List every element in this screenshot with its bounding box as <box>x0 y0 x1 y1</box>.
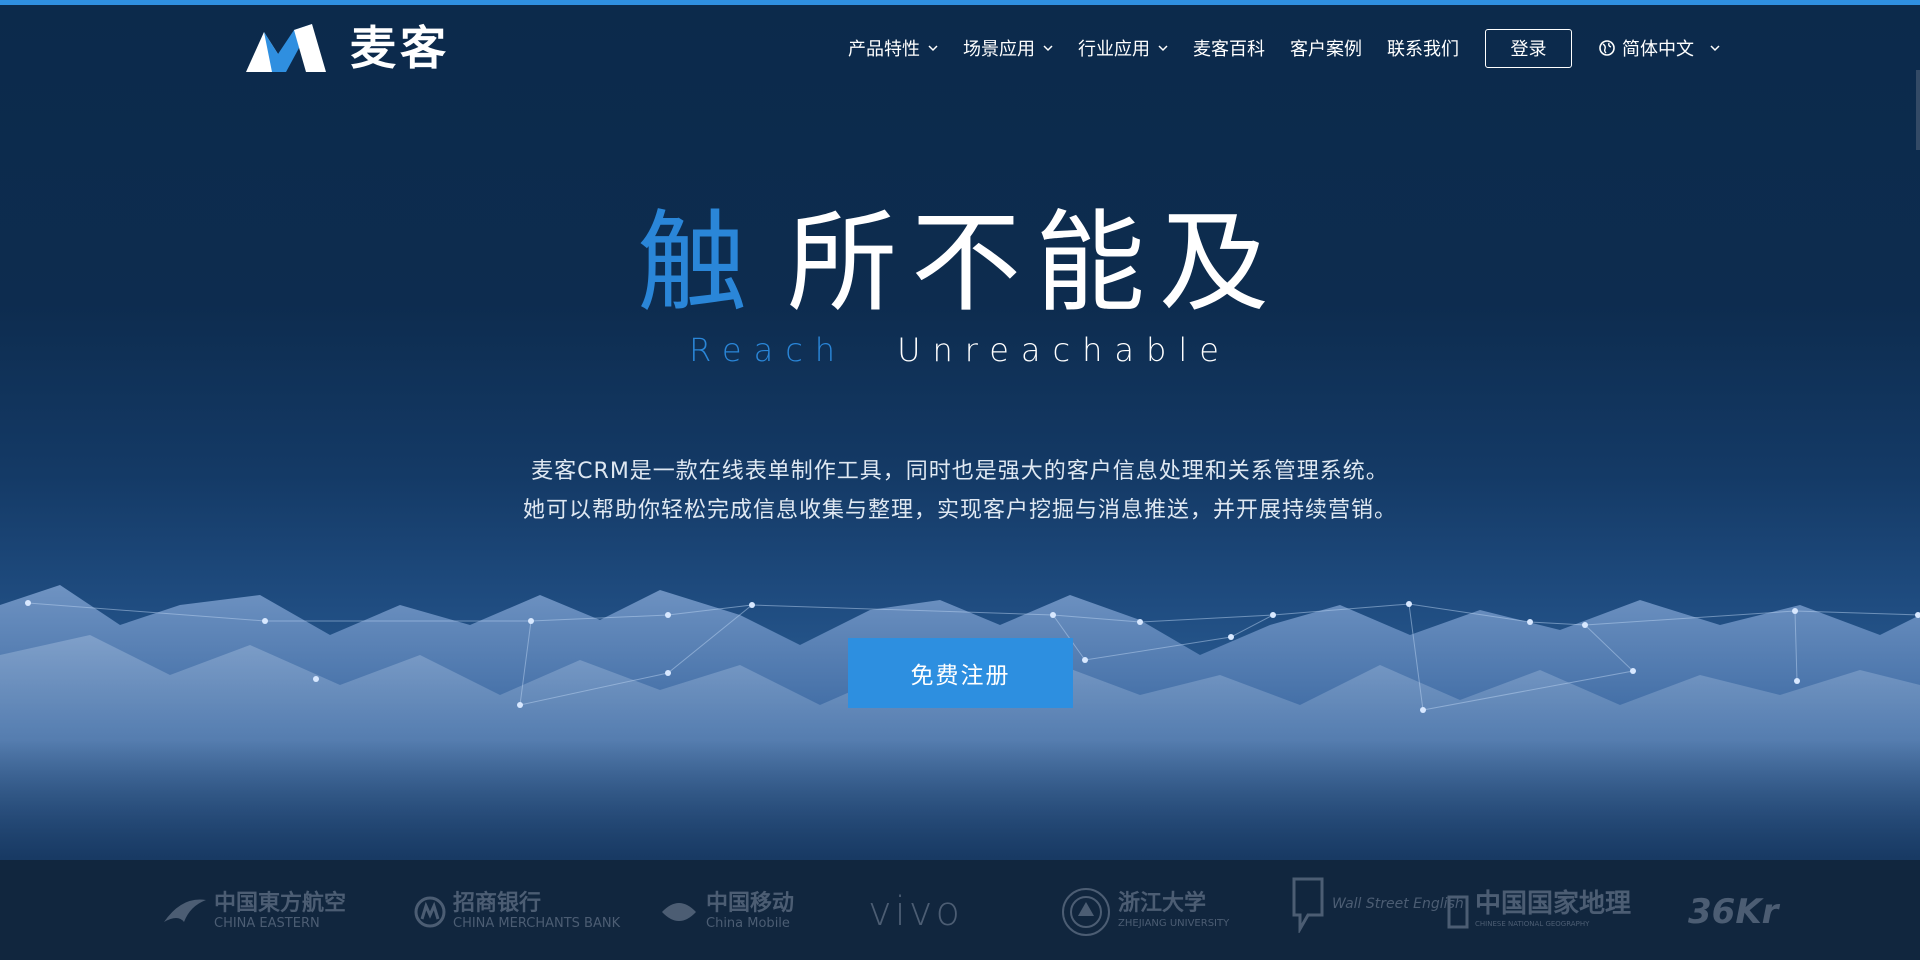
partner-name: 中国東方航空 <box>214 891 347 916</box>
language-label: 简体中文 <box>1622 39 1694 60</box>
nav-item-industries[interactable]: 行业应用 <box>1078 26 1168 70</box>
partner-name-en: CHINA MERCHANTS BANK <box>453 916 621 931</box>
chevron-down-icon <box>1710 45 1720 52</box>
free-register-button[interactable]: 免费注册 <box>848 638 1073 708</box>
maike-m-logo-icon <box>246 24 326 72</box>
scrollbar-thumb[interactable] <box>1916 70 1920 150</box>
hero-headline: 触所不能及 <box>0 198 1920 328</box>
china-mobile-logo-icon <box>662 903 696 921</box>
subline-rest: Unreachable <box>897 331 1231 369</box>
nav-item-cases[interactable]: 客户案例 <box>1290 26 1362 70</box>
nav-item-label: 场景应用 <box>963 39 1035 60</box>
partner-name-en: CHINA EASTERN <box>214 916 320 931</box>
headline-accent: 触 <box>637 199 761 327</box>
partner-name-en: CHINESE NATIONAL GEOGRAPHY <box>1475 920 1590 928</box>
partner-name: 招商银行 <box>453 891 542 916</box>
cng-logo-icon <box>1447 895 1469 929</box>
globe-icon <box>1599 40 1615 56</box>
partner-logo-wall-street-english: Wall Street English <box>1290 877 1464 933</box>
subline-accent: Reach <box>689 331 848 369</box>
partner-name: vivo <box>868 889 963 935</box>
partner-name-en: China Mobile <box>706 916 790 931</box>
partner-logo-vivo: vivo <box>868 890 963 934</box>
brand-name: 麦客 <box>350 21 450 75</box>
partner-logo-china-mobile: 中国移动 China Mobile <box>658 890 794 934</box>
partner-name-en: ZHEJIANG UNIVERSITY <box>1118 918 1230 929</box>
nav-item-label: 联系我们 <box>1387 39 1459 60</box>
partner-logo-36kr: 36Kr <box>1688 890 1778 934</box>
nav-item-label: 麦客百科 <box>1193 39 1265 60</box>
nav-item-contact[interactable]: 联系我们 <box>1387 26 1459 70</box>
partner-name: 浙江大学 <box>1118 891 1207 916</box>
nav-item-label: 行业应用 <box>1078 39 1150 60</box>
partner-name: 36Kr <box>1688 892 1779 932</box>
partner-logos-strip: 中国東方航空 CHINA EASTERN 招商银行 CHINA MERCHANTS … <box>0 860 1920 960</box>
partner-name: 中国移动 <box>706 891 795 916</box>
hero-description-line-2: 她可以帮助你轻松完成信息收集与整理，实现客户挖掘与消息推送，并开展持续营销。 <box>522 498 1397 523</box>
language-selector[interactable]: 简体中文 <box>1598 35 1720 61</box>
headline-rest: 所不能及 <box>787 199 1283 327</box>
login-button[interactable]: 登录 <box>1485 28 1572 68</box>
partner-logo-china-eastern: 中国東方航空 CHINA EASTERN <box>162 890 346 934</box>
nav-item-label: 客户案例 <box>1290 39 1362 60</box>
nav-item-wiki[interactable]: 麦客百科 <box>1193 26 1265 70</box>
main-nav: 产品特性 场景应用 行业应用 麦客百科 客户案例 联系我们 登录 简体中文 <box>823 26 1720 70</box>
chevron-down-icon <box>928 45 938 52</box>
partner-logo-cng: 中国国家地理 CHINESE NATIONAL GEOGRAPHY <box>1447 890 1631 934</box>
partner-logo-cmb: 招商银行 CHINA MERCHANTS BANK <box>413 890 620 934</box>
chevron-down-icon <box>1158 45 1168 52</box>
chevron-down-icon <box>1043 45 1053 52</box>
nav-item-label: 产品特性 <box>848 39 920 60</box>
partner-name: 中国国家地理 <box>1475 889 1632 919</box>
partner-name: Wall Street English <box>1332 896 1464 912</box>
hero-bottom-fade <box>0 740 1920 860</box>
brand-logo[interactable]: 麦客 <box>242 20 452 76</box>
wall-street-english-logo-icon <box>1292 877 1324 933</box>
cmb-logo-icon <box>414 896 446 928</box>
partner-logo-zju: 浙江大学 ZHEJIANG UNIVERSITY <box>1060 888 1230 936</box>
hero-section <box>0 5 1920 860</box>
hero-description-line-1: 麦客CRM是一款在线表单制作工具，同时也是强大的客户信息处理和关系管理系统。 <box>531 459 1389 484</box>
china-eastern-logo-icon <box>164 899 206 922</box>
zju-seal-icon <box>1062 888 1110 936</box>
nav-item-scenarios[interactable]: 场景应用 <box>963 26 1053 70</box>
nav-item-product-features[interactable]: 产品特性 <box>848 26 938 70</box>
hero-subline: Reach Unreachable <box>0 328 1920 372</box>
